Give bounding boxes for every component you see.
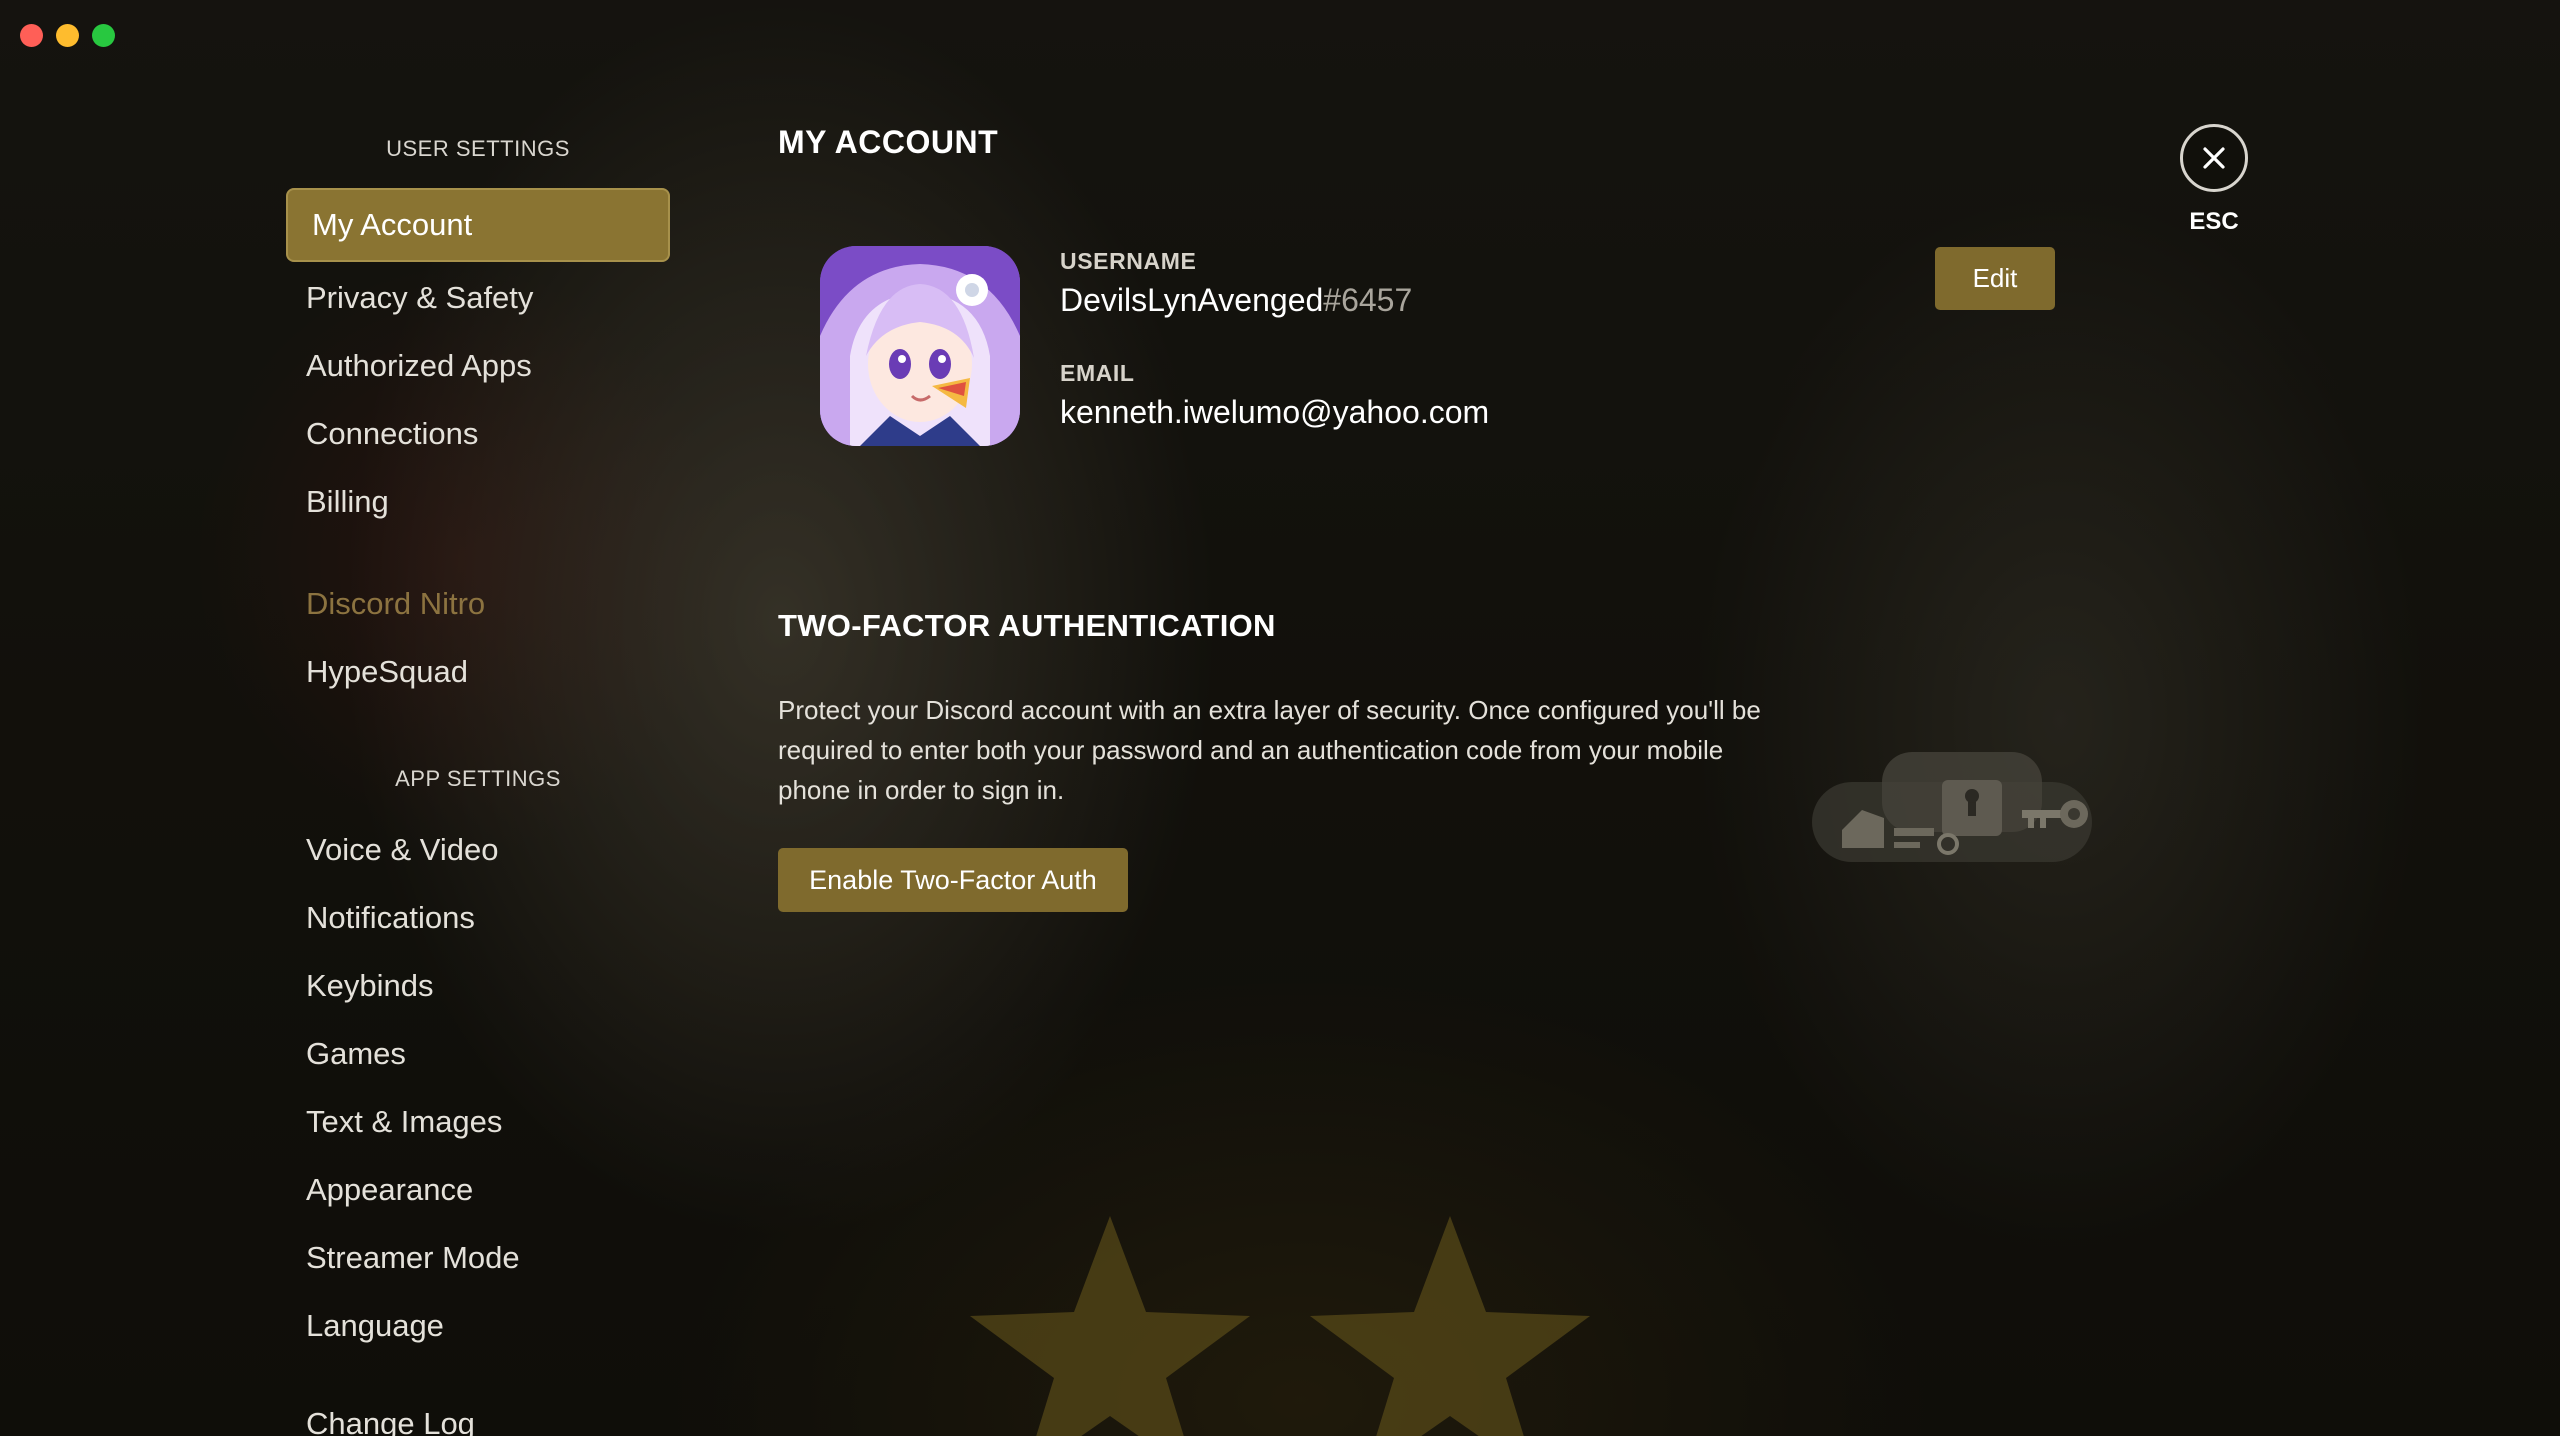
esc-label: ESC <box>2189 208 2239 235</box>
username-value: DevilsLynAvenged#6457 <box>1060 282 1412 319</box>
sidebar-item-my-account[interactable]: My Account <box>286 188 670 262</box>
two-factor-description: Protect your Discord account with an ext… <box>778 695 1761 805</box>
sidebar-item-authorized-apps[interactable]: Authorized Apps <box>306 348 532 384</box>
username-text: DevilsLynAvenged <box>1060 282 1324 318</box>
email-label: EMAIL <box>1060 360 1135 386</box>
sidebar-item-streamer-mode[interactable]: Streamer Mode <box>306 1240 520 1276</box>
close-icon <box>2203 147 2225 169</box>
email-value: kenneth.iwelumo@yahoo.com <box>1060 394 1490 430</box>
background-star-icon <box>960 1216 1260 1436</box>
sidebar-item-appearance[interactable]: Appearance <box>306 1172 473 1208</box>
sidebar-item-language[interactable]: Language <box>306 1308 444 1344</box>
window-maximize-button[interactable] <box>92 24 115 47</box>
window-close-button[interactable] <box>20 24 43 47</box>
window-minimize-button[interactable] <box>56 24 79 47</box>
avatar-character-icon <box>820 246 1020 446</box>
sidebar-item-hypesquad[interactable]: HypeSquad <box>306 654 468 690</box>
sidebar-item-text-images[interactable]: Text & Images <box>306 1104 502 1140</box>
sidebar-item-keybinds[interactable]: Keybinds <box>306 968 434 1004</box>
username-label: USERNAME <box>1060 248 1197 274</box>
close-button[interactable] <box>2180 124 2248 192</box>
app-settings-header: APP SETTINGS <box>395 766 561 791</box>
sidebar-item-discord-nitro[interactable]: Discord Nitro <box>306 586 485 622</box>
username-discriminator: #6457 <box>1323 282 1413 318</box>
window-controls <box>20 24 115 47</box>
enable-two-factor-button[interactable]: Enable Two-Factor Auth <box>778 848 1128 912</box>
avatar[interactable] <box>820 246 1020 446</box>
sidebar-item-billing[interactable]: Billing <box>306 484 389 520</box>
page-title: MY ACCOUNT <box>778 124 999 160</box>
sidebar-item-voice-video[interactable]: Voice & Video <box>306 832 498 868</box>
sidebar-item-notifications[interactable]: Notifications <box>306 900 475 936</box>
sidebar-item-connections[interactable]: Connections <box>306 416 478 452</box>
two-factor-title: TWO-FACTOR AUTHENTICATION <box>778 608 1276 643</box>
sidebar-item-change-log[interactable]: Change Log <box>306 1406 475 1436</box>
edit-account-button[interactable]: Edit <box>1935 247 2055 310</box>
sidebar-item-games[interactable]: Games <box>306 1036 406 1072</box>
background-star-icon <box>1300 1216 1600 1436</box>
sidebar-item-privacy-safety[interactable]: Privacy & Safety <box>306 280 533 316</box>
user-settings-header: USER SETTINGS <box>386 136 570 161</box>
close-settings: ESC <box>2178 124 2250 236</box>
lock-key-illustration-icon <box>1812 752 2102 862</box>
discord-settings-window: USER SETTINGS My Account Privacy & Safet… <box>0 0 2560 1436</box>
